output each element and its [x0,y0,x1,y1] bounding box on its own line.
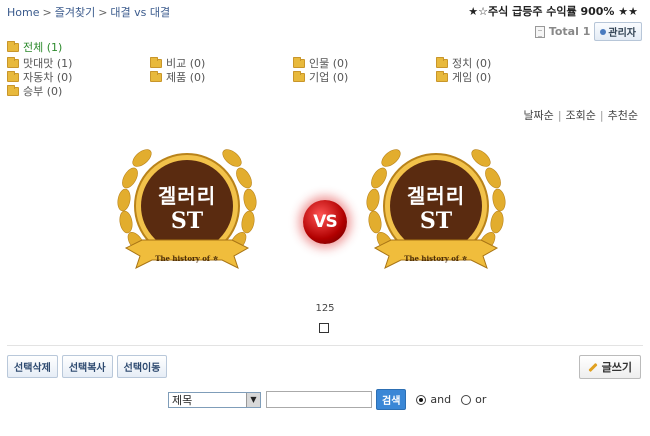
total-count: Total 1 [548,25,591,38]
sort-by-recommend[interactable]: 추천순 [608,109,638,122]
search-input[interactable] [266,391,372,408]
emblem-title: 겔러리 [157,184,217,208]
and-radio[interactable] [416,394,427,405]
or-label: or [475,393,487,406]
breadcrumb-favorites-link[interactable]: 즐겨찾기 [55,6,95,19]
sort-by-views[interactable]: 조회순 [566,109,596,122]
emblem-subtitle: ST [419,208,453,234]
document-icon [534,25,545,38]
category-products[interactable]: 제품 (0) [150,69,205,85]
emblem-ribbon-text: The history of ㅎ [155,254,219,263]
search-button[interactable]: 검색 [376,389,407,410]
gallery-emblem-left[interactable]: 겔러리 ST The history of ㅎ [112,136,262,286]
action-buttons: 선택삭제 선택복사 선택이동 [7,355,168,378]
admin-button[interactable]: 관리자 [594,22,642,41]
sort-by-date[interactable]: 날짜순 [523,109,553,122]
search-field-select[interactable]: 제목 ▼ [168,391,261,408]
gallery-area: 겔러리 ST The history of ㅎ VS 겔러리 ST The hi… [0,128,650,298]
category-match[interactable]: 승부 (0) [7,83,62,99]
delete-selected-button[interactable]: 선택삭제 [7,355,58,378]
folder-icon [7,56,19,68]
sort-options: 날짜순 | 조회순 | 추천순 [523,109,638,122]
promo-text[interactable]: ★☆주식 급등주 수익률 900% ★★ [468,3,638,19]
write-button[interactable]: 글쓰기 [578,355,641,379]
pin-icon [600,28,607,35]
and-label: and [430,393,452,406]
folder-icon [150,56,162,68]
folder-icon [7,70,19,82]
chevron-down-icon[interactable]: ▼ [246,392,260,407]
total-bar: Total 1 관리자 [534,22,642,41]
breadcrumb-home-link[interactable]: Home [7,6,39,19]
or-radio[interactable] [461,394,472,405]
move-selected-button[interactable]: 선택이동 [116,355,168,378]
pencil-icon [588,362,598,372]
category-companies[interactable]: 기업 (0) [293,69,348,85]
folder-icon [436,70,448,82]
breadcrumb: Home > 즐겨찾기 > 대결 vs 대결 [7,6,171,19]
folder-icon [436,56,448,68]
category-games[interactable]: 게임 (0) [436,69,491,85]
copy-selected-button[interactable]: 선택복사 [61,355,113,378]
folder-icon [293,70,305,82]
view-count: 125 [315,303,335,314]
breadcrumb-current-link[interactable]: 대결 vs 대결 [110,6,170,19]
gallery-emblem-right[interactable]: 겔러리 ST The history of ㅎ [361,136,511,286]
folder-icon [150,70,162,82]
folder-icon [293,56,305,68]
post-select-checkbox[interactable] [319,323,329,333]
emblem-ribbon-text: The history of ㅎ [404,254,468,263]
emblem-title: 겔러리 [406,184,466,208]
search-bar: 제목 ▼ 검색 and or [168,389,486,410]
divider [7,345,643,346]
folder-icon [7,40,19,52]
folder-icon [7,84,19,96]
category-all[interactable]: 전체 (1) [7,39,62,55]
vs-badge: VS [303,200,347,244]
emblem-subtitle: ST [170,208,204,234]
